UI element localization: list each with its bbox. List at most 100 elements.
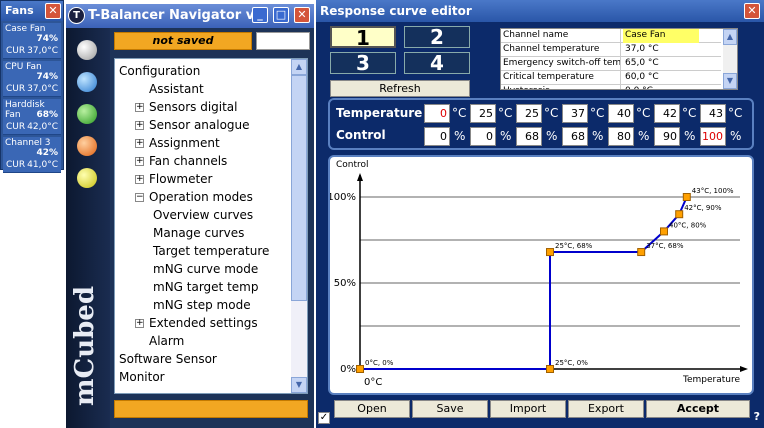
- fan-item[interactable]: CPU Fan 74% CUR 37,0°C: [3, 61, 61, 97]
- response-curve-chart[interactable]: Control Temperature 0°C 0% 50% 100% 0°C, 0% 25°…: [328, 155, 754, 395]
- chart-svg[interactable]: Control Temperature 0°C 0% 50% 100% 0°C, 0% 25°…: [330, 157, 752, 393]
- data-point: [637, 248, 646, 257]
- temperature-input[interactable]: 37: [562, 104, 588, 123]
- temperature-input[interactable]: 42: [654, 104, 680, 123]
- tree-item-label: Software Sensor: [119, 352, 217, 366]
- minimize-icon[interactable]: _: [252, 7, 268, 23]
- tree-item-label: mNG target temp: [153, 280, 259, 294]
- open-button[interactable]: Open: [334, 400, 410, 418]
- y-tick-label: 100%: [330, 192, 356, 203]
- control-input[interactable]: 0: [424, 127, 450, 146]
- data-point: [682, 193, 691, 201]
- scroll-up-icon[interactable]: ▲: [723, 29, 737, 45]
- save-button[interactable]: Save: [412, 400, 488, 418]
- data-label: 42°C, 90%: [684, 204, 722, 212]
- fan-item[interactable]: Case Fan 74% CUR 37,0°C: [3, 23, 61, 59]
- accept-button[interactable]: Accept: [646, 400, 750, 418]
- control-input[interactable]: 100: [700, 127, 726, 146]
- channel-2-button[interactable]: 2: [404, 26, 470, 48]
- fan-temp: 42,0°C: [27, 122, 58, 132]
- tree-item-label: Overview curves: [153, 208, 254, 222]
- orange-led-icon[interactable]: [77, 136, 97, 156]
- property-value[interactable]: 60,0 °C: [623, 71, 699, 85]
- navigator-status-bar: [114, 400, 308, 418]
- app-logo-icon: T: [68, 7, 85, 24]
- close-icon[interactable]: ✕: [45, 3, 61, 19]
- import-button[interactable]: Import: [490, 400, 566, 418]
- tree-item-label: Target temperature: [153, 244, 270, 258]
- control-input[interactable]: 68: [562, 127, 588, 146]
- property-value[interactable]: 0,0 °C: [623, 85, 699, 89]
- tree-scrollbar[interactable]: ▲ ▼: [291, 59, 307, 393]
- percent-unit: %: [500, 129, 512, 143]
- control-input[interactable]: 0: [470, 127, 496, 146]
- tree-item-label: Sensor analogue: [149, 118, 250, 132]
- yellow-led-icon[interactable]: [77, 168, 97, 188]
- export-button[interactable]: Export: [568, 400, 644, 418]
- editor-button-row: Open Save Import Export Accept: [334, 400, 750, 418]
- fan-temp: 41,0°C: [27, 160, 58, 170]
- fan-cur-label: CUR: [6, 46, 26, 56]
- data-label: 37°C, 68%: [646, 242, 684, 250]
- property-value[interactable]: 65,0 °C: [623, 57, 699, 71]
- fan-item[interactable]: Channel 3 42% CUR 41,0°C: [3, 137, 61, 173]
- collapse-icon[interactable]: −: [135, 193, 144, 202]
- expand-icon[interactable]: +: [135, 319, 144, 328]
- channel-1-button[interactable]: 1: [330, 26, 396, 48]
- temperature-row-label: Temperature: [336, 106, 423, 120]
- temperature-input[interactable]: 25: [516, 104, 542, 123]
- scroll-up-icon[interactable]: ▲: [291, 59, 307, 75]
- expand-icon[interactable]: +: [135, 103, 144, 112]
- property-value[interactable]: Case Fan: [623, 29, 699, 43]
- control-input[interactable]: 80: [608, 127, 634, 146]
- tree-item-label: Sensors digital: [149, 100, 238, 114]
- control-input[interactable]: 90: [654, 127, 680, 146]
- property-row[interactable]: Critical temperature 60,0 °C: [501, 71, 721, 85]
- fan-item[interactable]: Harddisk Fan 68% CUR 42,0°C: [3, 99, 61, 135]
- refresh-button[interactable]: Refresh: [330, 80, 470, 97]
- fan-temp: 37,0°C: [27, 46, 58, 56]
- properties-scrollbar[interactable]: ▲ ▼: [723, 29, 737, 89]
- control-input[interactable]: 68: [516, 127, 542, 146]
- property-row[interactable]: Channel temperature 37,0 °C: [501, 43, 721, 57]
- scroll-thumb[interactable]: [291, 75, 307, 301]
- temperature-input[interactable]: 0: [424, 104, 450, 123]
- control-row-label: Control: [336, 128, 386, 142]
- property-row[interactable]: Hysteresis0,0 °C: [501, 85, 721, 89]
- close-icon[interactable]: ✕: [744, 3, 760, 19]
- scroll-down-icon[interactable]: ▼: [291, 377, 307, 393]
- blue-led-icon[interactable]: [77, 72, 97, 92]
- temperature-input[interactable]: 25: [470, 104, 496, 123]
- celsius-unit: °C: [728, 106, 743, 120]
- response-curve-editor-window: Response curve editor ✕ 1 2 3 4 Refresh …: [316, 0, 764, 428]
- tree-item-label: mNG step mode: [153, 298, 251, 312]
- maximize-icon[interactable]: □: [273, 7, 289, 23]
- expand-icon[interactable]: +: [135, 121, 144, 130]
- green-led-icon[interactable]: [77, 104, 97, 124]
- property-row[interactable]: Channel name Case Fan: [501, 29, 721, 43]
- expand-icon[interactable]: +: [135, 157, 144, 166]
- temperature-input[interactable]: 43: [700, 104, 726, 123]
- channel-3-button[interactable]: 3: [330, 52, 396, 74]
- property-key: Critical temperature: [503, 71, 621, 85]
- expand-icon[interactable]: +: [135, 175, 144, 184]
- temperature-input[interactable]: 40: [608, 104, 634, 123]
- enable-checkbox[interactable]: ✓: [318, 412, 330, 424]
- channel-4-button[interactable]: 4: [404, 52, 470, 74]
- white-led-icon[interactable]: [77, 40, 97, 60]
- property-key: Channel temperature: [503, 43, 621, 57]
- expand-icon[interactable]: +: [135, 139, 144, 148]
- scroll-down-icon[interactable]: ▼: [723, 73, 737, 89]
- help-icon[interactable]: ?: [754, 410, 760, 423]
- percent-unit: %: [730, 129, 742, 143]
- data-label: 25°C, 68%: [555, 242, 593, 250]
- close-icon[interactable]: ✕: [294, 7, 310, 23]
- property-key: Hysteresis: [503, 85, 621, 89]
- property-row[interactable]: Emergency switch-off temp 65,0 °C: [501, 57, 721, 71]
- property-value[interactable]: 37,0 °C: [623, 43, 699, 57]
- fan-percent: 74%: [36, 34, 58, 44]
- tree-item-label: Manage curves: [153, 226, 245, 240]
- channel-properties-grid[interactable]: Channel name Case Fan Channel temperature 3…: [500, 28, 738, 90]
- percent-unit: %: [684, 129, 696, 143]
- navigation-tree[interactable]: Configuration Assistant + Sensors digital + S…: [114, 58, 308, 394]
